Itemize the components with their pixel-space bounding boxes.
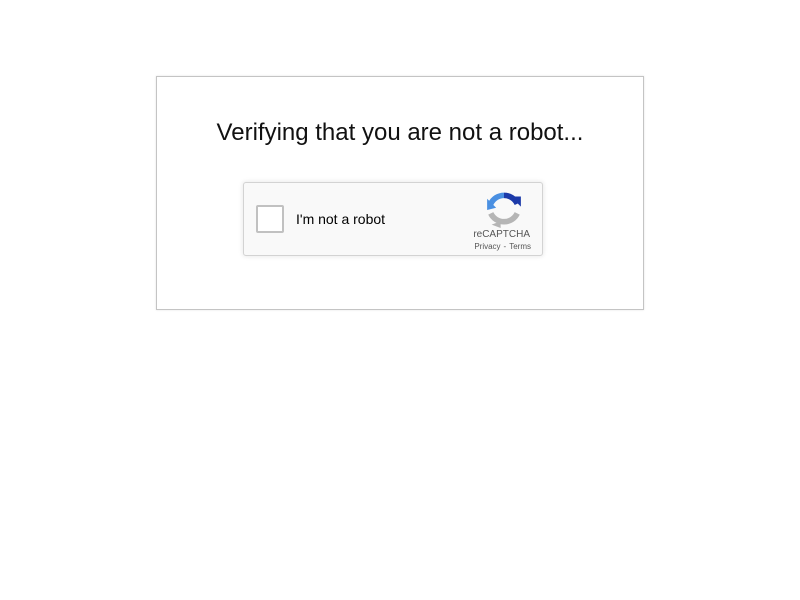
recaptcha-brand: reCAPTCHA [473,229,530,240]
verification-panel: Verifying that you are not a robot... I'… [156,76,644,310]
robot-checkbox-label[interactable]: I'm not a robot [296,211,385,227]
page-title: Verifying that you are not a robot... [216,119,584,146]
recaptcha-links: Privacy - Terms [474,242,531,251]
recaptcha-widget: I'm not a robot reCAPTCHA Privacy - Terms [243,182,543,256]
privacy-link[interactable]: Privacy [474,242,500,251]
link-separator: - [503,242,507,251]
recaptcha-logo-icon [487,192,521,228]
terms-link[interactable]: Terms [509,242,531,251]
robot-checkbox[interactable] [256,205,284,233]
